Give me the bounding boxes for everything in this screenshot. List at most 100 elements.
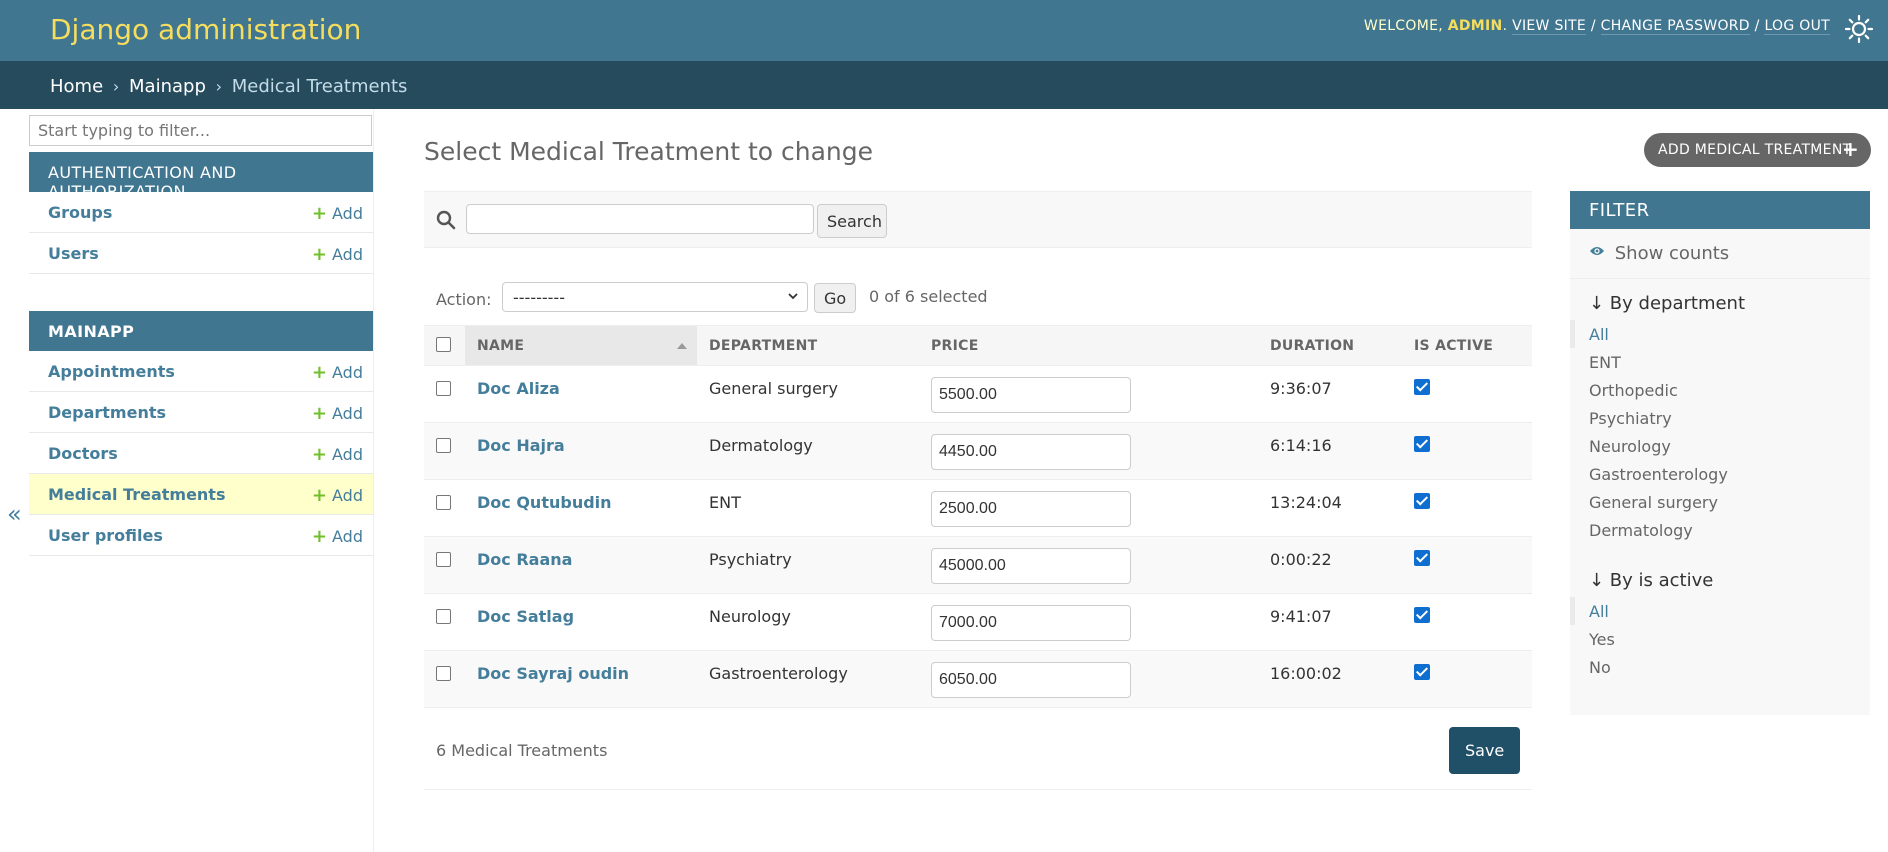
theme-toggle-button[interactable] <box>1844 14 1874 44</box>
sidebar-item-label[interactable]: Doctors <box>48 444 118 463</box>
add-users-link[interactable]: + Add <box>312 244 363 265</box>
price-cell <box>919 479 1258 537</box>
add-label: Add <box>332 445 363 464</box>
sidebar-item-user-profiles[interactable]: User profiles + Add <box>29 515 373 556</box>
column-header-name[interactable]: NAME <box>465 325 697 366</box>
add-user-profiles-link[interactable]: + Add <box>312 526 363 547</box>
department-cell: Neurology <box>697 593 919 651</box>
sidebar-item-users[interactable]: Users + Add <box>29 233 373 274</box>
sidebar-item-label[interactable]: Users <box>48 244 99 263</box>
column-label: NAME <box>477 337 525 354</box>
filter-option-dermatology[interactable]: Dermatology <box>1570 516 1870 544</box>
row-name-link[interactable]: Doc Hajra <box>477 436 565 455</box>
duration-cell: 6:14:16 <box>1258 422 1402 480</box>
filter-option-all[interactable]: All <box>1570 597 1870 625</box>
sidebar-item-label[interactable]: Departments <box>48 403 166 422</box>
select-all-checkbox[interactable] <box>436 337 451 352</box>
module-caption-auth[interactable]: AUTHENTICATION AND AUTHORIZATION <box>29 152 373 201</box>
price-input[interactable] <box>931 377 1131 413</box>
sidebar-item-label[interactable]: Appointments <box>48 362 175 381</box>
sidebar-item-appointments[interactable]: Appointments + Add <box>29 351 373 392</box>
action-select[interactable]: --------- <box>502 282 808 312</box>
sun-icon <box>1844 14 1874 44</box>
column-header-price[interactable]: PRICE <box>919 325 1258 366</box>
filter-panel: FILTER Show counts ↓ By department All E… <box>1570 191 1870 715</box>
filter-option-neurology[interactable]: Neurology <box>1570 432 1870 460</box>
add-medical-treatment-button[interactable]: ADD MEDICAL TREATMENT + <box>1644 133 1871 167</box>
price-input[interactable] <box>931 434 1131 470</box>
table-row: Doc Qutubudin ENT 13:24:04 <box>424 479 1532 537</box>
column-header-department[interactable]: DEPARTMENT <box>697 325 919 366</box>
view-site-link[interactable]: VIEW SITE <box>1512 18 1587 35</box>
change-password-link[interactable]: CHANGE PASSWORD <box>1600 18 1750 35</box>
sidebar-item-label[interactable]: Groups <box>48 203 112 222</box>
breadcrumb: Home › Mainapp › Medical Treatments <box>0 61 1888 109</box>
name-cell: Doc Satlag <box>465 593 697 651</box>
sidebar-item-doctors[interactable]: Doctors + Add <box>29 433 373 474</box>
filter-option-ent[interactable]: ENT <box>1570 348 1870 376</box>
row-checkbox[interactable] <box>436 495 451 510</box>
site-name[interactable]: Django administration <box>50 13 361 46</box>
plus-icon: + <box>311 485 328 506</box>
show-counts-link[interactable]: Show counts <box>1570 229 1870 279</box>
toggle-nav-sidebar-button[interactable]: « <box>7 500 22 528</box>
filter-option-all[interactable]: All <box>1570 320 1870 348</box>
is-active-checkbox-checked <box>1414 607 1430 623</box>
row-checkbox[interactable] <box>436 438 451 453</box>
is-active-cell <box>1402 650 1532 708</box>
add-appointments-link[interactable]: + Add <box>312 362 363 383</box>
add-doctors-link[interactable]: + Add <box>312 444 363 465</box>
filter-option-no[interactable]: No <box>1570 653 1870 681</box>
price-cell <box>919 365 1258 423</box>
department-cell: General surgery <box>697 365 919 423</box>
result-table: NAME DEPARTMENT PRICE DURATION IS ACTIVE… <box>424 325 1532 708</box>
sidebar-item-medical-treatments[interactable]: Medical Treatments + Add <box>29 474 373 515</box>
filter-option-orthopedic[interactable]: Orthopedic <box>1570 376 1870 404</box>
price-input[interactable] <box>931 662 1131 698</box>
nav-filter-input[interactable] <box>29 115 372 146</box>
row-name-link[interactable]: Doc Satlag <box>477 607 574 626</box>
filter-option-general-surgery[interactable]: General surgery <box>1570 488 1870 516</box>
breadcrumb-app[interactable]: Mainapp <box>129 76 206 97</box>
breadcrumb-home[interactable]: Home <box>50 76 103 97</box>
sidebar-item-departments[interactable]: Departments + Add <box>29 392 373 433</box>
price-cell <box>919 422 1258 480</box>
sidebar-item-groups[interactable]: Groups + Add <box>29 192 373 233</box>
name-cell: Doc Sayraj oudin <box>465 650 697 708</box>
filter-option-gastroenterology[interactable]: Gastroenterology <box>1570 460 1870 488</box>
filter-option-yes[interactable]: Yes <box>1570 625 1870 653</box>
row-checkbox[interactable] <box>436 666 451 681</box>
filter-option-psychiatry[interactable]: Psychiatry <box>1570 404 1870 432</box>
row-name-link[interactable]: Doc Sayraj oudin <box>477 664 629 683</box>
sort-ascending-icon[interactable] <box>677 343 687 349</box>
row-name-link[interactable]: Doc Raana <box>477 550 572 569</box>
plus-icon: + <box>311 403 328 424</box>
add-groups-link[interactable]: + Add <box>312 203 363 224</box>
column-header-is-active[interactable]: IS ACTIVE <box>1402 325 1532 366</box>
paginator-bar: 6 Medical Treatments Save <box>424 712 1532 790</box>
row-name-link[interactable]: Doc Qutubudin <box>477 493 612 512</box>
separator: / <box>1754 18 1760 34</box>
go-button[interactable]: Go <box>814 283 856 313</box>
search-button[interactable]: Search <box>817 204 887 238</box>
price-input[interactable] <box>931 548 1131 584</box>
sidebar-item-label[interactable]: Medical Treatments <box>48 485 225 504</box>
log-out-link[interactable]: LOG OUT <box>1764 18 1830 35</box>
sidebar-item-label[interactable]: User profiles <box>48 526 163 545</box>
row-checkbox[interactable] <box>436 609 451 624</box>
module-caption-mainapp[interactable]: MAINAPP <box>29 311 373 351</box>
price-input[interactable] <box>931 491 1131 527</box>
save-button[interactable]: Save <box>1449 727 1520 774</box>
add-medical-treatments-link[interactable]: + Add <box>312 485 363 506</box>
row-checkbox[interactable] <box>436 552 451 567</box>
row-name-link[interactable]: Doc Aliza <box>477 379 560 398</box>
result-count: 6 Medical Treatments <box>436 741 608 760</box>
row-checkbox[interactable] <box>436 381 451 396</box>
table-row: Doc Raana Psychiatry 0:00:22 <box>424 536 1532 594</box>
is-active-checkbox-checked <box>1414 436 1430 452</box>
add-departments-link[interactable]: + Add <box>312 403 363 424</box>
search-input[interactable] <box>466 204 814 234</box>
price-input[interactable] <box>931 605 1131 641</box>
column-header-duration[interactable]: DURATION <box>1258 325 1402 366</box>
add-label: Add <box>332 527 363 546</box>
